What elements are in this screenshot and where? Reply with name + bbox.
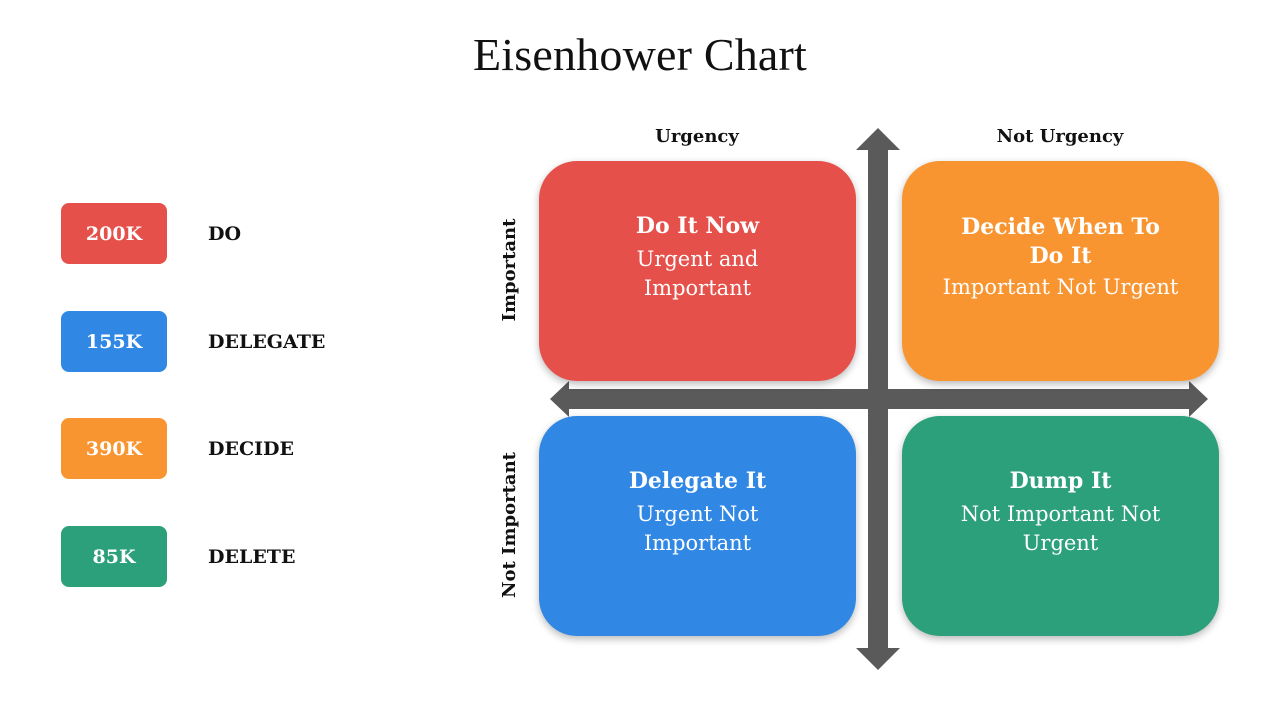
quadrant-dump-it: Dump It Not Important Not Urgent [902,416,1219,636]
row-label-not-important: Not Important [499,452,520,598]
column-label-urgency: Urgency [655,126,739,147]
quadrant-subtitle: Urgent and Important [636,246,759,300]
quadrant-subtitle: Not Important Not Urgent [960,501,1161,555]
column-label-not-urgency: Not Urgency [996,126,1124,147]
quadrant-title: Do It Now [635,212,760,239]
quadrant-decide-when: Decide When To Do It Important Not Urgen… [902,161,1219,381]
quadrant-title: Delegate It [628,467,767,494]
quadrant-title: Decide When To Do It [961,213,1160,269]
quadrant-delegate-it: Delegate It Urgent Not Important [539,416,856,636]
quadrant-do-it-now: Do It Now Urgent and Important [539,161,856,381]
row-label-important: Important [499,218,520,322]
quadrant-title: Dump It [1009,467,1112,494]
quadrant-subtitle: Urgent Not Important [636,501,759,555]
quadrant-subtitle: Important Not Urgent [942,274,1179,299]
